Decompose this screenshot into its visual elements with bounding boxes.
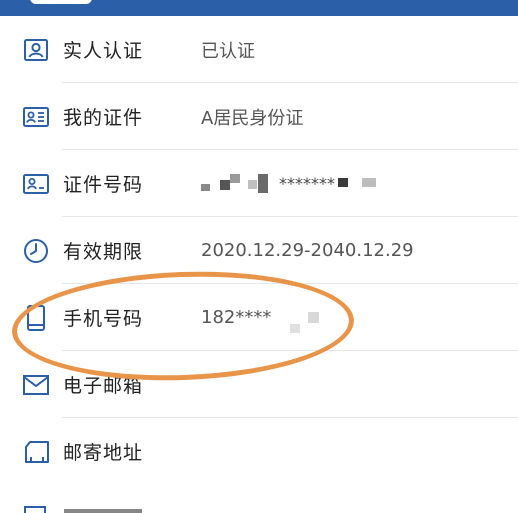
- id-card-person-icon: [22, 36, 50, 64]
- row-my-documents[interactable]: 我的证件 A居民身份证: [0, 83, 518, 150]
- address-tag-icon: [22, 438, 50, 466]
- mail-icon: [22, 371, 50, 399]
- phone-icon: [22, 304, 50, 332]
- row-label: 电子邮箱: [63, 375, 144, 397]
- clock-icon: [22, 237, 50, 265]
- banner-tab-edge: [30, 0, 92, 4]
- top-banner: [0, 0, 518, 16]
- redaction-mosaic: [258, 174, 268, 193]
- row-partial-cutoff: [0, 500, 518, 513]
- row-value: 182****: [201, 307, 272, 328]
- row-document-number[interactable]: 证件号码 *******: [0, 150, 518, 217]
- redaction-mosaic: [248, 180, 257, 189]
- row-phone-number[interactable]: 手机号码 182****: [0, 284, 518, 351]
- row-label: 证件号码: [63, 174, 144, 196]
- redaction-mosaic: [220, 180, 230, 190]
- redaction-mosaic: [308, 312, 319, 323]
- id-card-number-icon: [22, 170, 50, 198]
- redaction-mosaic: [201, 184, 210, 191]
- row-validity-period[interactable]: 有效期限 2020.12.29-2040.12.29: [0, 217, 518, 284]
- row-real-name-verification[interactable]: 实人认证 已认证: [0, 16, 518, 83]
- row-value: A居民身份证: [201, 107, 304, 129]
- id-card-lines-icon: [22, 103, 50, 131]
- row-value: 2020.12.29-2040.12.29: [201, 240, 414, 261]
- redaction-mosaic: [362, 178, 376, 187]
- row-label: 手机号码: [63, 308, 144, 330]
- row-mailing-address[interactable]: 邮寄地址: [0, 418, 518, 485]
- partial-label-fragment: [64, 509, 142, 513]
- row-email[interactable]: 电子邮箱: [0, 351, 518, 418]
- row-label: 我的证件: [63, 107, 144, 129]
- partial-icon: [24, 506, 46, 513]
- profile-info-list: 实人认证 已认证 我的证件 A居民身份证 证件号码 ******* 有效期限 2…: [0, 16, 518, 485]
- redaction-mosaic: [338, 178, 348, 187]
- row-label: 实人认证: [63, 40, 144, 62]
- redaction-mosaic: [290, 324, 300, 333]
- row-value: *******: [279, 174, 335, 193]
- row-label: 邮寄地址: [63, 442, 144, 464]
- redaction-mosaic: [230, 174, 240, 183]
- row-label: 有效期限: [63, 241, 144, 263]
- row-value: 已认证: [201, 40, 255, 62]
